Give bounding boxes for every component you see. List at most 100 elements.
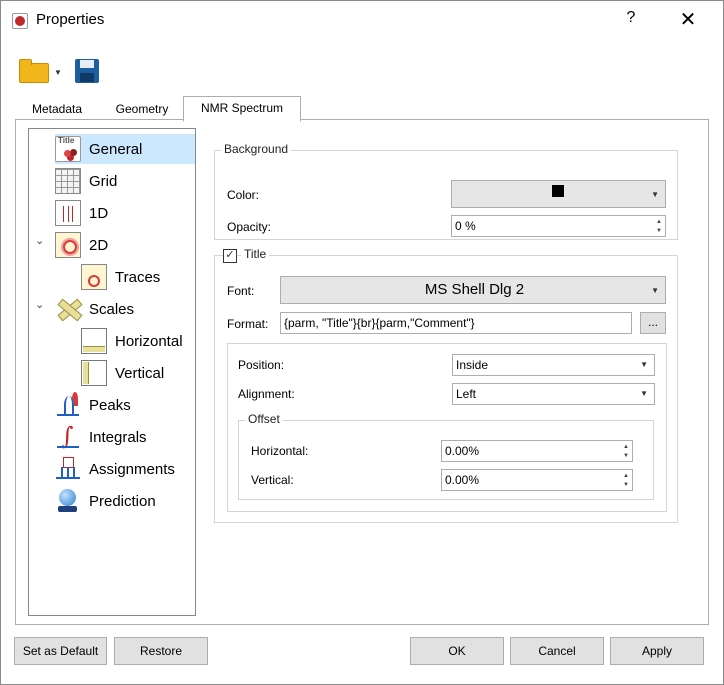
grid-icon (55, 168, 81, 194)
tree-item-grid[interactable]: Grid (55, 166, 117, 196)
format-label: Format: (227, 317, 269, 331)
spin-up-icon[interactable]: ▲ (623, 473, 629, 479)
tree-item-vertical[interactable]: Vertical (81, 358, 164, 388)
layout-subgroup: Position: Inside ▼ Alignment: Left ▼ Off… (227, 343, 667, 512)
alignment-value: Left (456, 387, 477, 401)
tree-item-2d[interactable]: 2D (55, 230, 108, 260)
tree-item-label: Prediction (89, 492, 156, 510)
opacity-spinbox[interactable]: 0 % ▲ ▼ (451, 215, 666, 237)
spin-up-icon[interactable]: ▲ (623, 444, 629, 450)
spectrum-2d-icon (55, 232, 81, 258)
tree-item-1d[interactable]: 1D (55, 198, 108, 228)
expander-2d-icon[interactable]: ⌄ (35, 234, 44, 247)
vertical-offset-spinbox[interactable]: 0.00% ▲ ▼ (441, 469, 633, 491)
font-select[interactable]: MS Shell Dlg 2 ▼ (280, 276, 666, 304)
font-label: Font: (227, 284, 255, 298)
background-group-title: Background (221, 142, 292, 156)
alignment-select[interactable]: Left ▼ (452, 383, 655, 405)
color-label: Color: (227, 188, 260, 202)
chevron-down-icon: ▼ (640, 360, 648, 369)
tree-item-label: Integrals (89, 428, 147, 446)
title-group-title: Title (241, 247, 270, 261)
spin-up-icon[interactable]: ▲ (656, 219, 662, 225)
spin-down-icon[interactable]: ▼ (623, 453, 629, 459)
help-button[interactable]: ? (621, 9, 641, 27)
tree-item-assignments[interactable]: Assignments (55, 454, 175, 484)
alignment-label: Alignment: (238, 387, 295, 401)
tree-item-label: 2D (89, 236, 109, 254)
horizontal-scale-icon (81, 328, 107, 354)
title-icon (55, 136, 81, 162)
horizontal-offset-spinbox[interactable]: 0.00% ▲ ▼ (441, 440, 633, 462)
opacity-label: Opacity: (227, 220, 272, 234)
color-swatch (552, 185, 564, 197)
background-group: Background Color: ▼ Opacity: 0 % ▲ ▼ (214, 142, 678, 240)
position-select[interactable]: Inside ▼ (452, 354, 655, 376)
tab-nmr-spectrum[interactable]: NMR Spectrum (183, 96, 301, 122)
apply-button[interactable]: Apply (610, 637, 704, 665)
toolbar: ▼ (15, 53, 215, 87)
tree-item-label: Traces (115, 268, 161, 286)
font-value: MS Shell Dlg 2 (424, 281, 525, 298)
chevron-down-icon: ▼ (640, 389, 648, 398)
title-group: ✓ Title Font: MS Shell Dlg 2 ▼ Format: {… (214, 247, 678, 523)
peaks-icon (55, 392, 81, 418)
set-as-default-button[interactable]: Set as Default (14, 637, 107, 665)
traces-icon (81, 264, 107, 290)
spectrum-1d-icon (55, 200, 81, 226)
chevron-down-icon: ▼ (651, 286, 659, 295)
tree-item-traces[interactable]: Traces (81, 262, 160, 292)
chevron-down-icon[interactable]: ▼ (54, 68, 62, 77)
vertical-scale-icon (81, 360, 107, 386)
settings-tree[interactable]: General Grid 1D ⌄ 2D Traces ⌄ Sca (28, 128, 196, 616)
chevron-down-icon: ▼ (651, 190, 659, 199)
window-title: Properties (36, 11, 105, 28)
position-value: Inside (456, 358, 489, 372)
position-label: Position: (238, 358, 285, 372)
tree-item-label: Assignments (89, 460, 175, 478)
color-picker[interactable]: ▼ (451, 180, 666, 208)
integrals-icon (55, 422, 81, 450)
prediction-icon (55, 488, 81, 514)
horizontal-offset-label: Horizontal: (251, 444, 309, 458)
format-value: {parm, "Title"}{br}{parm,"Comment"} (284, 316, 475, 330)
tree-item-label: General (89, 140, 143, 158)
tree-item-label: Peaks (89, 396, 131, 414)
tree-item-scales[interactable]: Scales (55, 294, 134, 324)
title-bar: Properties ? ✕ (1, 1, 723, 39)
offset-group-title: Offset (245, 412, 283, 426)
assignments-icon (55, 456, 81, 482)
folder-open-icon (19, 59, 49, 83)
restore-button[interactable]: Restore (114, 637, 208, 665)
spin-down-icon[interactable]: ▼ (623, 482, 629, 488)
format-input[interactable]: {parm, "Title"}{br}{parm,"Comment"} (280, 312, 632, 334)
tree-item-integrals[interactable]: Integrals (55, 422, 147, 452)
tree-item-label: Vertical (115, 364, 165, 382)
tree-item-prediction[interactable]: Prediction (55, 486, 156, 516)
close-button[interactable]: ✕ (678, 7, 698, 32)
title-checkbox[interactable]: ✓ (223, 249, 237, 263)
ok-button[interactable]: OK (410, 637, 504, 665)
expander-scales-icon[interactable]: ⌄ (35, 298, 44, 311)
tab-metadata[interactable]: Metadata (17, 98, 97, 120)
scales-icon (55, 296, 81, 322)
tree-item-label: Scales (89, 300, 135, 318)
tree-item-label: Horizontal (115, 332, 183, 350)
properties-dialog: Properties ? ✕ ▼ Metadata Geometry NMR S… (0, 0, 724, 685)
save-button[interactable] (73, 57, 103, 85)
format-browse-button[interactable]: ... (640, 312, 666, 334)
open-button[interactable]: ▼ (17, 57, 65, 85)
tree-item-horizontal[interactable]: Horizontal (81, 326, 183, 356)
vertical-offset-label: Vertical: (251, 473, 294, 487)
tree-item-general[interactable]: General (55, 134, 195, 164)
nmr-spectrum-panel: General Grid 1D ⌄ 2D Traces ⌄ Sca (15, 119, 709, 625)
spin-down-icon[interactable]: ▼ (656, 228, 662, 234)
cancel-button[interactable]: Cancel (510, 637, 604, 665)
floppy-disk-icon (75, 59, 99, 83)
tab-geometry[interactable]: Geometry (101, 98, 183, 120)
offset-group: Offset Horizontal: 0.00% ▲ ▼ Vertical: 0… (238, 412, 654, 500)
app-logo-icon (12, 13, 28, 29)
tree-item-peaks[interactable]: Peaks (55, 390, 131, 420)
vertical-offset-value: 0.00% (445, 473, 480, 487)
tree-item-label: Grid (89, 172, 118, 190)
